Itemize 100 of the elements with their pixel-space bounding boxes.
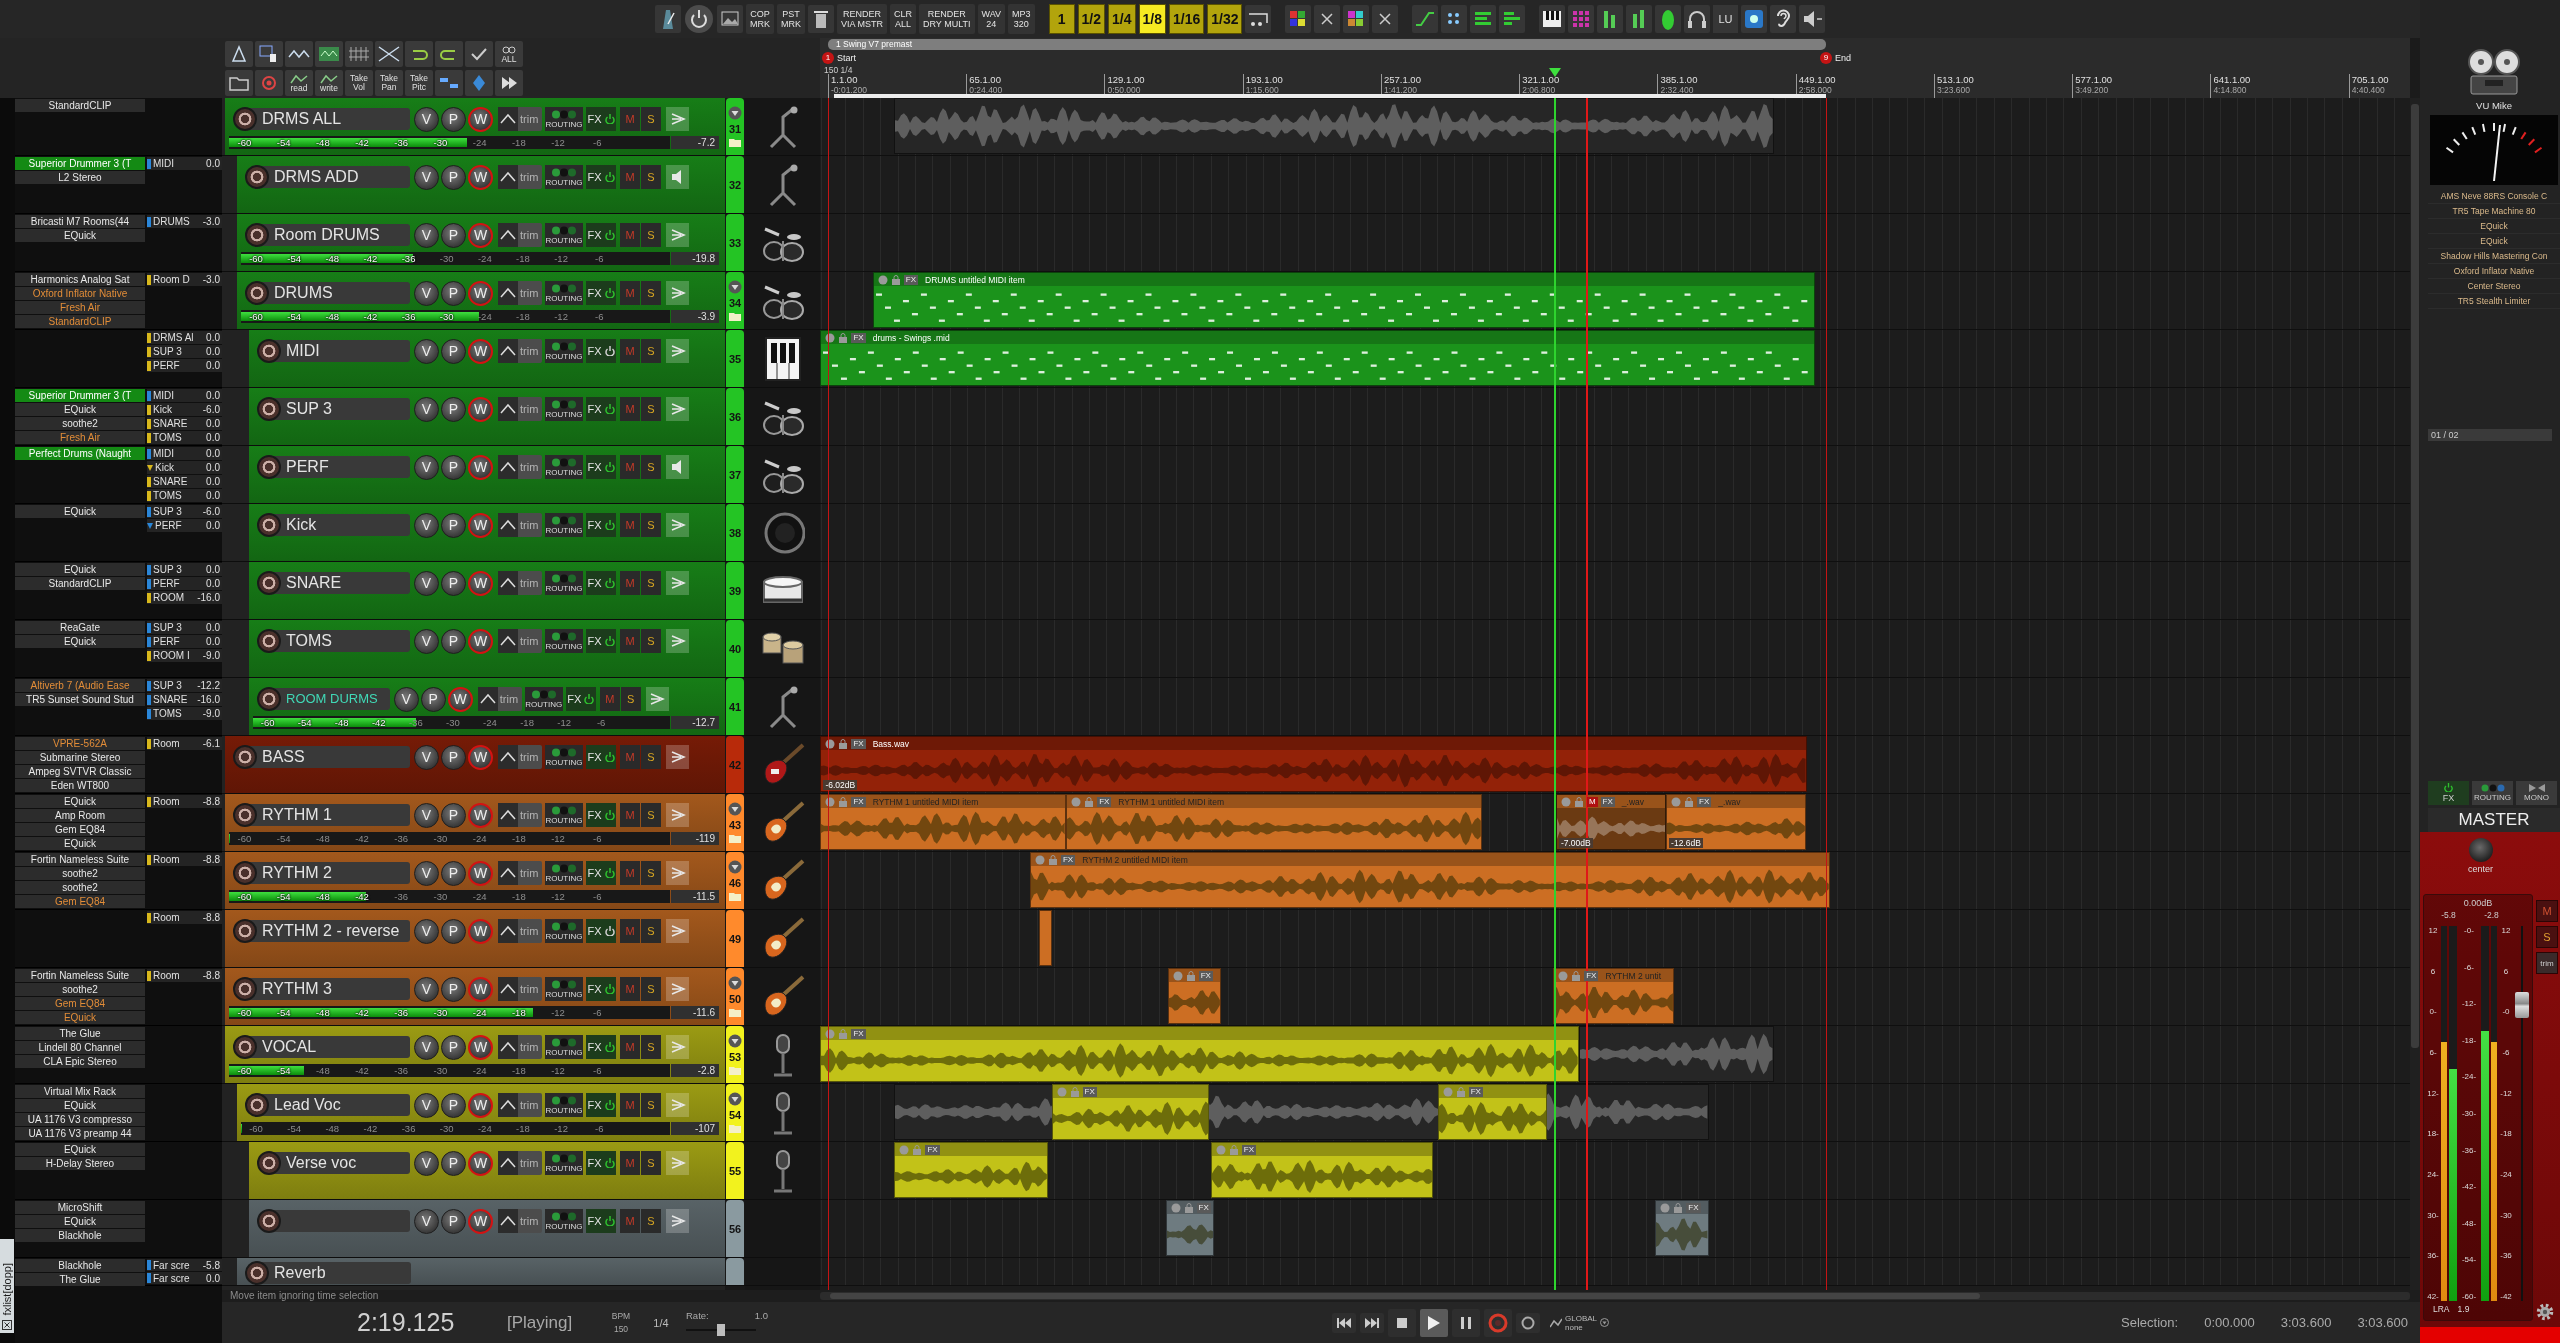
track-name-field[interactable]: ROOM DURMS <box>273 688 390 710</box>
fx-name[interactable]: EQuick <box>15 1143 145 1156</box>
width-knob[interactable]: W <box>447 686 473 712</box>
volume-knob[interactable]: V <box>414 1150 439 1176</box>
track-header[interactable]: TOMS V P W trim ROUTING FX M S <box>249 620 725 677</box>
pan-knob[interactable]: P <box>441 744 466 770</box>
track-name-field[interactable]: MIDI <box>273 340 410 362</box>
crossfade-icon[interactable] <box>375 41 403 67</box>
fx-name[interactable]: soothe2 <box>15 983 145 996</box>
track-lane[interactable]: FX drums - Swings .mid <box>820 330 2410 388</box>
track-color-strip[interactable]: 39 <box>726 562 744 619</box>
fx-button[interactable]: FX <box>2428 781 2469 805</box>
send-row[interactable]: MIDI 0.0 <box>147 447 222 460</box>
track-header[interactable]: ROOM DURMS V P W trim ROUTING FX M S -60 -54 -48 -42 -36 -30 -24 -18 -12 -6 -12.7 <box>249 678 725 735</box>
track-name-field[interactable]: Verse voc <box>273 1152 410 1174</box>
width-knob[interactable]: W <box>468 802 493 828</box>
toolbar-button[interactable]: RENDER VIA MSTR <box>837 4 887 34</box>
fx-name[interactable]: Fortin Nameless Suite <box>15 969 145 982</box>
fx-badge[interactable]: FX <box>851 796 866 807</box>
pan-knob[interactable]: P <box>441 454 466 480</box>
fx-button[interactable]: FX <box>586 339 616 363</box>
width-knob[interactable]: W <box>468 628 493 654</box>
envelope-button[interactable]: trim <box>498 165 542 189</box>
pan-knob[interactable]: P <box>441 1208 466 1234</box>
repeat-button[interactable] <box>1516 1312 1540 1333</box>
track-name-field[interactable]: Kick <box>273 514 410 536</box>
io-button[interactable] <box>666 629 689 653</box>
pan-knob[interactable]: P <box>441 396 466 422</box>
grid-button[interactable]: 1 <box>1048 4 1075 34</box>
record-arm-button[interactable] <box>233 919 257 943</box>
fx-name[interactable]: Superior Drummer 3 (T <box>15 157 145 170</box>
track-lane[interactable]: FX <box>820 1026 2410 1084</box>
pan-knob[interactable]: P <box>441 860 466 886</box>
fx-name[interactable]: Amp Room <box>15 809 145 822</box>
speaker-icon[interactable] <box>1798 5 1825 33</box>
fx-name[interactable]: soothe2 <box>15 417 145 430</box>
track-header[interactable]: MIDI V P W trim ROUTING FX M S <box>249 330 725 387</box>
volume-knob[interactable]: V <box>414 860 439 886</box>
media-item[interactable]: FX <box>1167 968 1221 1024</box>
color-palette-icon[interactable] <box>1285 5 1312 33</box>
fx-button[interactable]: FX <box>586 223 616 247</box>
fx-name[interactable]: StandardCLIP <box>15 315 145 328</box>
collapse-icon[interactable] <box>728 1034 742 1048</box>
routing-button[interactable]: ROUTING <box>545 281 583 305</box>
record-arm-button[interactable] <box>233 803 257 827</box>
track-lane[interactable]: FX RYTHM 1 untitled MIDI item FX RYTHM 1 untitled MIDI item M FX _.wav -7.00dB FX _.wav -12.6dB <box>820 794 2410 852</box>
track-color-strip[interactable]: 49 <box>726 910 744 967</box>
media-item[interactable]: FX <box>1437 1084 1547 1140</box>
media-item[interactable]: FX <box>1210 1142 1433 1198</box>
pause-button[interactable] <box>1452 1308 1480 1337</box>
region-bar[interactable]: 1 Swing V7 premast <box>828 39 1826 50</box>
arrange-view[interactable] <box>820 98 2410 1290</box>
send-row[interactable]: Kick -6.0 <box>147 403 222 416</box>
solo-button[interactable]: S <box>641 397 661 421</box>
fx-badge[interactable]: FX <box>925 1144 940 1155</box>
track-color-strip[interactable]: 34 <box>726 272 744 329</box>
track-name-field[interactable]: DRMS ADD <box>261 166 410 188</box>
io-button[interactable] <box>666 223 689 247</box>
send-row[interactable]: PERF 0.0 <box>147 577 222 590</box>
track-name-field[interactable]: DRMS ALL <box>249 108 410 130</box>
width-knob[interactable]: W <box>468 222 493 248</box>
automation-mode-button[interactable]: write <box>315 70 343 96</box>
horizontal-scrollbar[interactable] <box>820 1292 2410 1300</box>
routing-button[interactable]: ROUTING <box>545 397 583 421</box>
pan-knob[interactable]: P <box>441 512 466 538</box>
io-button[interactable] <box>666 397 689 421</box>
timeline-ruler[interactable] <box>820 38 2410 98</box>
fx-badge[interactable]: FX <box>1241 1144 1257 1155</box>
bars-icon[interactable] <box>1499 5 1526 33</box>
send-row[interactable]: TOMS 0.0 <box>147 431 222 444</box>
track-lane[interactable] <box>820 562 2410 620</box>
solo-button[interactable]: S <box>641 455 661 479</box>
fx-name[interactable]: soothe2 <box>15 881 145 894</box>
marker-badge[interactable]: 9 <box>1819 52 1832 64</box>
fx-button[interactable]: FX <box>586 571 616 595</box>
envelope-button[interactable]: trim <box>498 397 542 421</box>
fx-name[interactable]: Blackhole <box>15 1229 145 1242</box>
solo-button[interactable]: S <box>641 513 661 537</box>
track-color-strip[interactable]: 41 <box>726 678 744 735</box>
record-arm-button[interactable] <box>257 455 281 479</box>
track-color-strip[interactable]: 53 <box>726 1026 744 1083</box>
routing-button[interactable]: ROUTING <box>524 687 563 711</box>
width-knob[interactable]: W <box>468 744 493 770</box>
track-color-strip[interactable]: 36 <box>726 388 744 445</box>
solo-button[interactable]: S <box>641 1209 661 1233</box>
media-item[interactable]: FX <box>1051 1084 1210 1140</box>
width-knob[interactable]: W <box>468 164 493 190</box>
width-knob[interactable]: W <box>468 280 493 306</box>
fx-name[interactable]: MicroShift <box>15 1201 145 1214</box>
circle-icon[interactable] <box>1170 1202 1181 1213</box>
fx-name[interactable]: Gem EQ84 <box>15 823 145 836</box>
io-button[interactable] <box>666 745 689 769</box>
record-arm-button[interactable] <box>233 1035 257 1059</box>
take-envelope-button[interactable]: Take Pitc <box>405 70 433 96</box>
io-button[interactable] <box>666 861 689 885</box>
fx-name[interactable]: Gem EQ84 <box>15 895 145 908</box>
toolbar-button[interactable]: PST MRK <box>777 4 805 34</box>
split-icon[interactable] <box>435 70 463 96</box>
fx-name[interactable]: Ampeg SVTVR Classic <box>15 765 145 778</box>
master-side-button[interactable]: M <box>2536 900 2558 922</box>
